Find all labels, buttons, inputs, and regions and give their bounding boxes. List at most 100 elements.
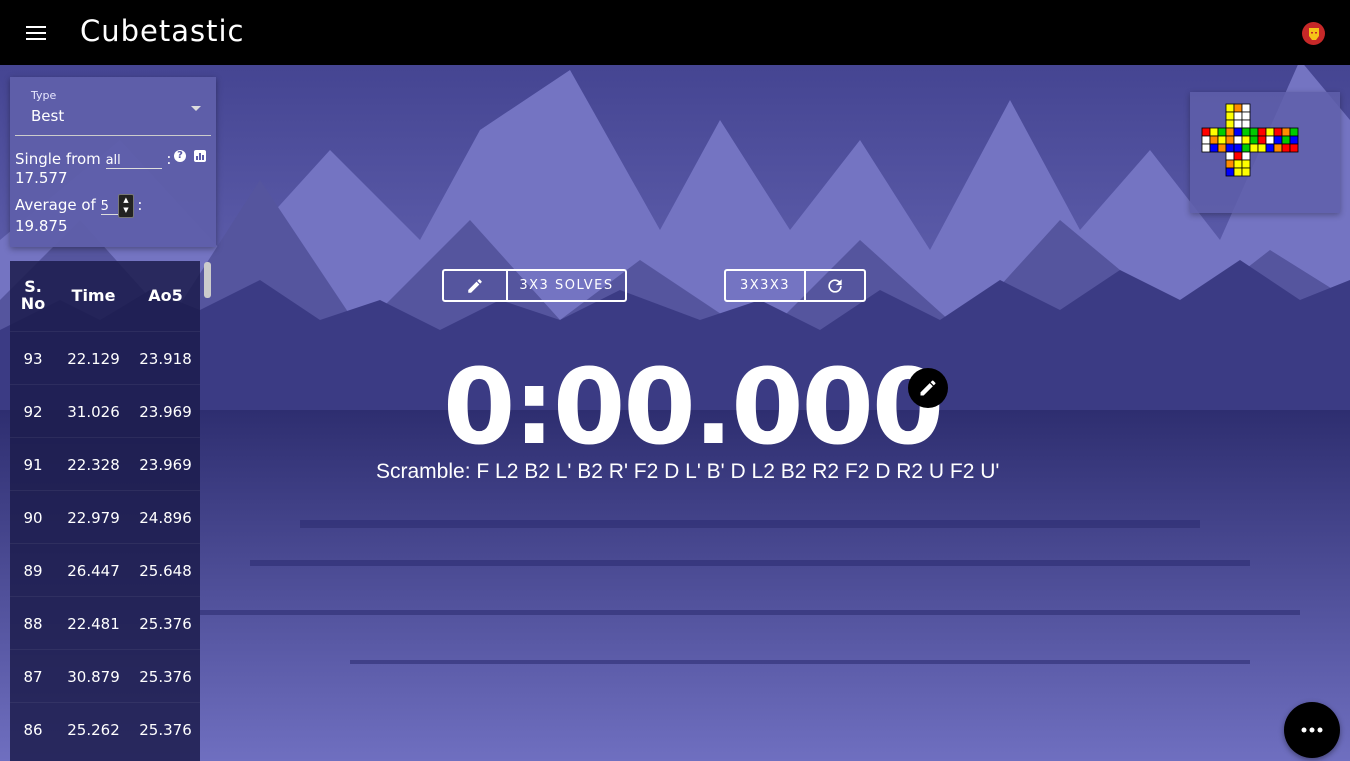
menu-icon[interactable] xyxy=(26,26,46,40)
puzzle-select-button[interactable]: 3X3X3 xyxy=(726,271,804,300)
cube-sticker-F-4 xyxy=(1233,135,1243,145)
average-of-label: Average of xyxy=(15,196,96,214)
help-icon[interactable]: ? xyxy=(174,150,186,162)
average-n-input[interactable]: 5 xyxy=(100,199,119,215)
cube-sticker-D-1 xyxy=(1233,151,1243,161)
cube-sticker-U-2 xyxy=(1241,103,1251,113)
session-select-button[interactable]: 3X3 SOLVES xyxy=(506,271,625,300)
pencil-icon xyxy=(920,380,936,396)
cube-sticker-L-0 xyxy=(1201,127,1211,137)
cube-sticker-F-6 xyxy=(1225,143,1235,153)
cube-sticker-B-0 xyxy=(1273,127,1283,137)
cell-ao5: 23.918 xyxy=(139,349,192,368)
cell-ao5: 25.648 xyxy=(139,561,192,580)
table-row[interactable]: 86 25.262 25.376 xyxy=(10,702,200,756)
cube-sticker-R-3 xyxy=(1249,135,1259,145)
more-options-button[interactable] xyxy=(1284,702,1340,758)
table-row[interactable]: 88 22.481 25.376 xyxy=(10,596,200,650)
cell-time[interactable]: 22.979 xyxy=(56,491,131,544)
cell-time[interactable]: 22.481 xyxy=(56,597,131,650)
edit-session-button[interactable] xyxy=(444,271,506,300)
edit-time-button[interactable] xyxy=(908,368,948,408)
cell-time[interactable]: 22.328 xyxy=(56,438,131,491)
timer-display[interactable]: 0:00.000 xyxy=(443,346,944,468)
cube-sticker-U-8 xyxy=(1241,119,1251,129)
cube-sticker-F-8 xyxy=(1241,143,1251,153)
average-colon: : xyxy=(137,196,143,214)
cube-sticker-D-0 xyxy=(1225,151,1235,161)
dropdown-arrow-icon[interactable] xyxy=(191,106,201,111)
average-best-value: 19.875 xyxy=(15,217,68,235)
cube-sticker-U-4 xyxy=(1233,111,1243,121)
cube-sticker-R-4 xyxy=(1257,135,1267,145)
table-row[interactable]: 89 26.447 25.648 xyxy=(10,543,200,597)
cube-sticker-F-5 xyxy=(1241,135,1251,145)
cell-time[interactable]: 25.262 xyxy=(56,703,131,756)
cell-sno: 88 xyxy=(23,614,43,633)
cell-ao5: 25.376 xyxy=(139,720,192,739)
app-title: Cubetastic xyxy=(80,14,245,48)
cube-sticker-L-1 xyxy=(1209,127,1219,137)
table-row[interactable]: 87 30.879 25.376 xyxy=(10,649,200,703)
cube-sticker-L-7 xyxy=(1209,143,1219,153)
header-ao5: Ao5 xyxy=(148,285,183,305)
cube-sticker-B-7 xyxy=(1281,143,1291,153)
cube-sticker-F-0 xyxy=(1225,127,1235,137)
cell-ao5: 24.896 xyxy=(139,508,192,527)
cube-sticker-U-7 xyxy=(1233,119,1243,129)
table-row[interactable]: 91 22.328 23.969 xyxy=(10,437,200,491)
single-colon: : xyxy=(166,150,172,168)
table-row[interactable]: 92 31.026 23.969 xyxy=(10,384,200,438)
cube-sticker-L-2 xyxy=(1217,127,1227,137)
cell-sno: 91 xyxy=(23,455,43,474)
cube-sticker-L-5 xyxy=(1217,135,1227,145)
type-select-label: Type xyxy=(31,89,57,102)
cube-sticker-D-8 xyxy=(1241,167,1251,177)
single-range-input[interactable]: all xyxy=(105,153,162,169)
bar-chart-icon[interactable] xyxy=(194,150,206,162)
table-row[interactable]: 90 22.979 24.896 xyxy=(10,490,200,544)
single-from-label: Single from xyxy=(15,150,101,168)
cube-sticker-F-3 xyxy=(1225,135,1235,145)
table-header: S. No Time Ao5 xyxy=(10,261,200,329)
cube-sticker-D-4 xyxy=(1233,159,1243,169)
refresh-icon xyxy=(828,278,842,293)
cube-sticker-B-6 xyxy=(1273,143,1283,153)
table-scrollbar[interactable] xyxy=(204,262,211,298)
average-n-stepper[interactable]: ▲ ▼ xyxy=(118,194,134,218)
cell-sno: 90 xyxy=(23,508,43,527)
type-select-underline xyxy=(15,135,211,136)
cube-sticker-U-1 xyxy=(1233,103,1243,113)
cube-sticker-D-5 xyxy=(1241,159,1251,169)
single-best-value: 17.577 xyxy=(15,169,68,187)
cube-sticker-R-8 xyxy=(1265,143,1275,153)
header-time: Time xyxy=(71,285,116,305)
session-button-group: 3X3 SOLVES xyxy=(442,269,627,302)
cell-time[interactable]: 31.026 xyxy=(56,385,131,438)
pencil-icon xyxy=(468,278,482,293)
cube-sticker-D-2 xyxy=(1241,151,1251,161)
cell-time[interactable]: 30.879 xyxy=(56,650,131,703)
cube-sticker-R-7 xyxy=(1257,143,1267,153)
cube-sticker-R-6 xyxy=(1249,143,1259,153)
ironman-avatar-icon[interactable] xyxy=(1302,22,1325,45)
cube-sticker-D-6 xyxy=(1225,167,1235,177)
cell-time[interactable]: 22.129 xyxy=(56,332,131,385)
cube-sticker-L-4 xyxy=(1209,135,1219,145)
cube-sticker-L-3 xyxy=(1201,135,1211,145)
cell-time[interactable]: 26.447 xyxy=(56,544,131,597)
cell-sno: 86 xyxy=(23,720,43,739)
cube-sticker-D-3 xyxy=(1225,159,1235,169)
cell-sno: 89 xyxy=(23,561,43,580)
cell-ao5: 23.969 xyxy=(139,402,192,421)
new-scramble-button[interactable] xyxy=(804,271,864,300)
table-row[interactable]: 93 22.129 23.918 xyxy=(10,331,200,385)
cell-sno: 92 xyxy=(23,402,43,421)
solves-table: S. No Time Ao5 93 22.129 23.918 92 31.02… xyxy=(10,261,200,761)
cube-sticker-U-0 xyxy=(1225,103,1235,113)
header-sno: S. No xyxy=(20,277,46,313)
cube-sticker-R-5 xyxy=(1265,135,1275,145)
type-select[interactable]: Best xyxy=(31,107,64,125)
cube-preview[interactable] xyxy=(1190,92,1340,213)
cell-sno: 93 xyxy=(23,349,43,368)
